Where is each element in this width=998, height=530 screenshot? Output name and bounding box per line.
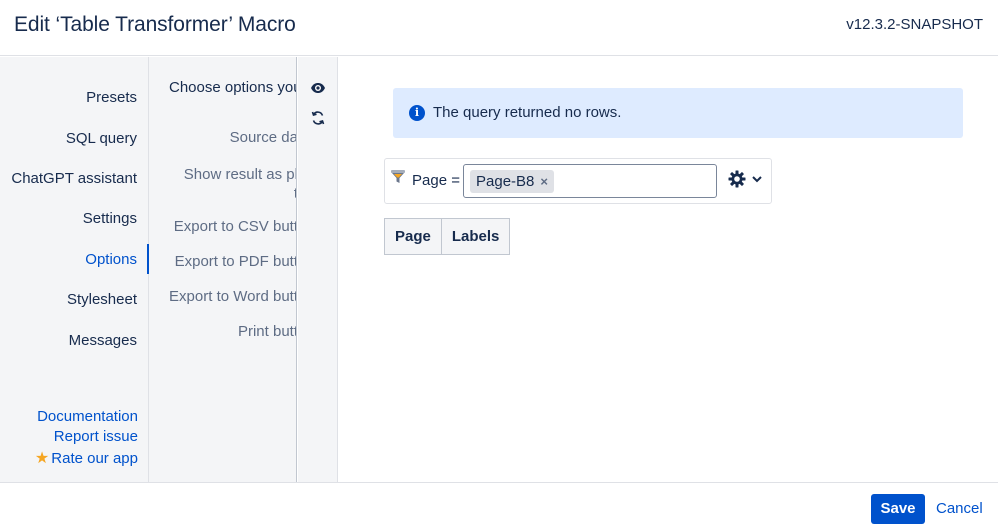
filter-chip: Page-B8 × (470, 170, 554, 193)
report-issue-link[interactable]: Report issue (54, 428, 138, 445)
filter-value-input[interactable]: Page-B8 × (463, 164, 717, 198)
filter-bar: Page = Page-B8 × (384, 158, 772, 204)
preview-area: i The query returned no rows. Page = Pag… (339, 57, 998, 482)
sidebar-item-presets[interactable]: Presets (86, 89, 137, 106)
dialog-footer: Save Cancel (0, 482, 998, 530)
filter-label: Page = (412, 172, 460, 189)
rate-app-label: Rate our app (51, 450, 138, 467)
column-header-page[interactable]: Page (384, 218, 442, 255)
rate-app-link[interactable]: ★ Rate our app (35, 448, 138, 468)
filter-chip-label: Page-B8 (476, 173, 535, 190)
info-icon: i (409, 105, 425, 121)
show-result-label-line1: Show result as pl (183, 166, 297, 183)
save-button[interactable]: Save (871, 494, 925, 524)
options-panel: Choose options you Source da Show result… (149, 57, 297, 482)
column-header-labels[interactable]: Labels (440, 218, 511, 255)
remove-chip-icon[interactable]: × (540, 170, 548, 193)
sidebar-nav: Presets SQL query ChatGPT assistant Sett… (0, 57, 149, 482)
cancel-button[interactable]: Cancel (936, 500, 983, 517)
sidebar-item-chatgpt-assistant[interactable]: ChatGPT assistant (11, 170, 137, 187)
chevron-down-icon[interactable] (751, 173, 763, 185)
show-result-label-line2: t (184, 184, 296, 203)
export-csv-label: Export to CSV butt (173, 218, 297, 235)
show-result-label: Show result as pl t (183, 165, 297, 203)
sidebar-item-sql-query[interactable]: SQL query (66, 130, 137, 147)
sidebar-item-stylesheet[interactable]: Stylesheet (67, 291, 137, 308)
gear-icon[interactable] (728, 170, 746, 188)
star-icon: ★ (34, 450, 50, 467)
print-label: Print butt (237, 323, 297, 340)
dialog-title: Edit ‘Table Transformer’ Macro (14, 13, 296, 36)
options-heading: Choose options you (169, 79, 297, 96)
sidebar-item-messages[interactable]: Messages (69, 332, 137, 349)
dialog-header: Edit ‘Table Transformer’ Macro v12.3.2-S… (0, 0, 998, 56)
info-message-text: The query returned no rows. (433, 104, 622, 121)
table-header-row: Page Labels (384, 218, 511, 255)
info-message-box: i The query returned no rows. (393, 88, 963, 138)
sidebar-item-options[interactable]: Options (85, 251, 137, 268)
sidebar-item-settings[interactable]: Settings (83, 210, 137, 227)
refresh-icon[interactable] (310, 110, 326, 126)
export-pdf-label: Export to PDF butt (174, 253, 297, 270)
version-label: v12.3.2-SNAPSHOT (846, 16, 983, 33)
source-data-label: Source da (229, 129, 297, 146)
preview-toolstrip (298, 57, 338, 482)
documentation-link[interactable]: Documentation (37, 408, 138, 425)
export-word-label: Export to Word butt (169, 288, 297, 305)
filter-icon (391, 170, 405, 183)
result-table: Page Labels (384, 218, 511, 255)
eye-icon[interactable] (310, 80, 326, 96)
